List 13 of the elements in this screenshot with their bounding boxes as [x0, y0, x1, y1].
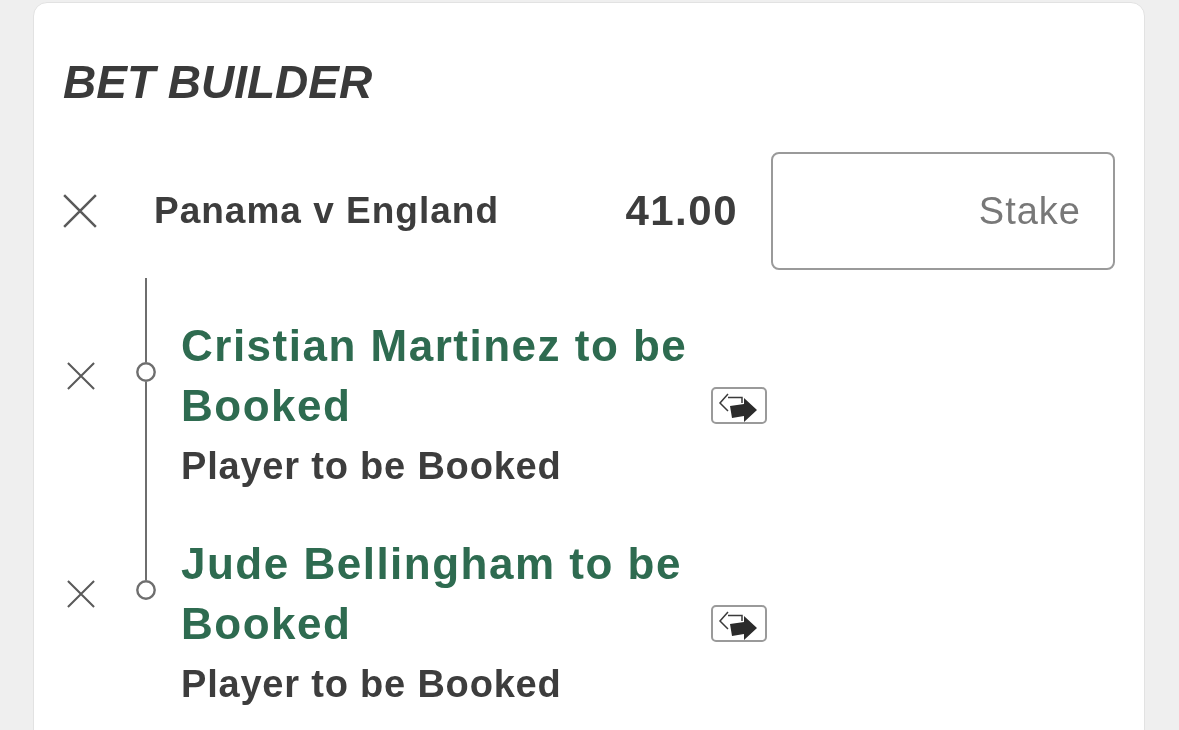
selection-name: Cristian Martinez to be Booked [181, 320, 689, 432]
event-name: Panama v England [154, 190, 499, 232]
close-icon[interactable] [63, 194, 97, 228]
close-icon[interactable] [67, 362, 95, 390]
close-icon[interactable] [67, 580, 95, 608]
selection-name: Jude Bellingham to be Booked [181, 538, 683, 650]
stake-input[interactable]: Stake [771, 152, 1115, 270]
market-name: Player to be Booked [180, 662, 562, 707]
odds-value: 41.00 [625, 187, 738, 235]
swap-arrows-icon [711, 387, 767, 424]
swap-arrows-icon [711, 605, 767, 642]
section-title: BET BUILDER [63, 55, 373, 110]
market-name: Player to be Booked [180, 444, 562, 489]
